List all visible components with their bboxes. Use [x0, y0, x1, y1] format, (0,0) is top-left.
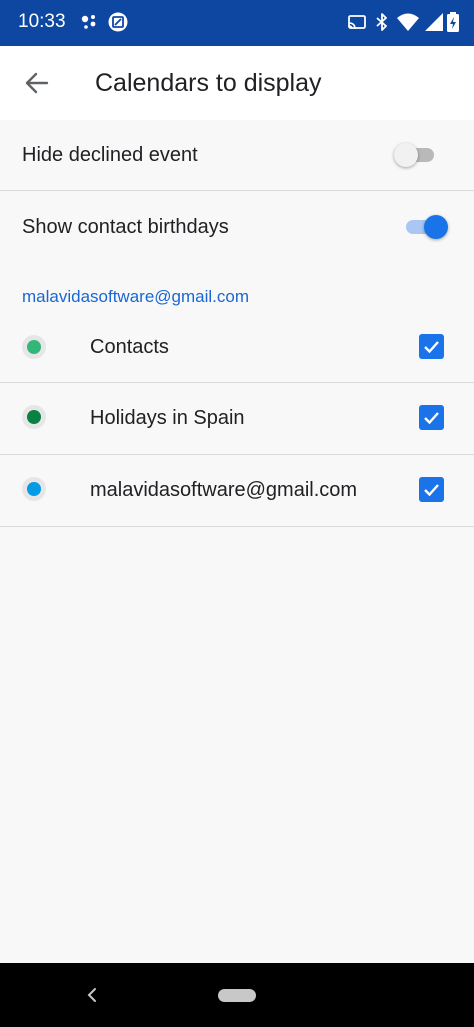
app-bar: Calendars to display: [0, 46, 474, 121]
assistant-icon: [81, 15, 96, 29]
calendar-row-holidays[interactable]: Holidays in Spain: [0, 383, 474, 455]
contact-birthdays-switch[interactable]: [402, 213, 450, 241]
check-icon: [424, 412, 439, 425]
calendar-name: malavidasoftware@gmail.com: [90, 479, 358, 501]
nav-home-pill-icon[interactable]: [218, 989, 256, 1002]
status-bar: 10:33: [0, 0, 474, 46]
hide-declined-row[interactable]: Hide declined event: [0, 120, 474, 191]
calendar-name: Contacts: [90, 336, 169, 358]
cellular-icon: [425, 13, 443, 31]
cast-icon: [348, 15, 366, 30]
screenshot-icon: [108, 12, 128, 32]
page-title: Calendars to display: [95, 69, 322, 97]
hide-declined-switch[interactable]: [394, 141, 442, 169]
calendar-checkbox[interactable]: [419, 334, 444, 359]
account-email-header: malavidasoftware@gmail.com: [22, 287, 250, 306]
check-icon: [424, 484, 439, 497]
calendar-color-dot: [22, 405, 46, 429]
calendar-color-dot: [22, 335, 46, 359]
calendar-name: Holidays in Spain: [90, 407, 245, 429]
battery-icon: [447, 12, 459, 32]
bluetooth-icon: [376, 13, 387, 31]
arrow-back-icon[interactable]: [18, 64, 56, 102]
contact-birthdays-label: Show contact birthdays: [22, 216, 229, 238]
contact-birthdays-row[interactable]: Show contact birthdays: [0, 192, 474, 262]
switch-thumb: [394, 143, 418, 167]
wifi-icon: [397, 13, 419, 31]
status-time: 10:33: [18, 11, 66, 32]
calendar-row-email[interactable]: malavidasoftware@gmail.com: [0, 455, 474, 527]
check-icon: [424, 341, 439, 354]
calendar-checkbox[interactable]: [419, 405, 444, 430]
calendar-checkbox[interactable]: [419, 477, 444, 502]
calendar-row-contacts[interactable]: Contacts: [0, 311, 474, 383]
switch-thumb: [424, 215, 448, 239]
hide-declined-label: Hide declined event: [22, 144, 198, 166]
calendar-color-dot: [22, 477, 46, 501]
nav-back-icon[interactable]: [84, 985, 100, 1005]
